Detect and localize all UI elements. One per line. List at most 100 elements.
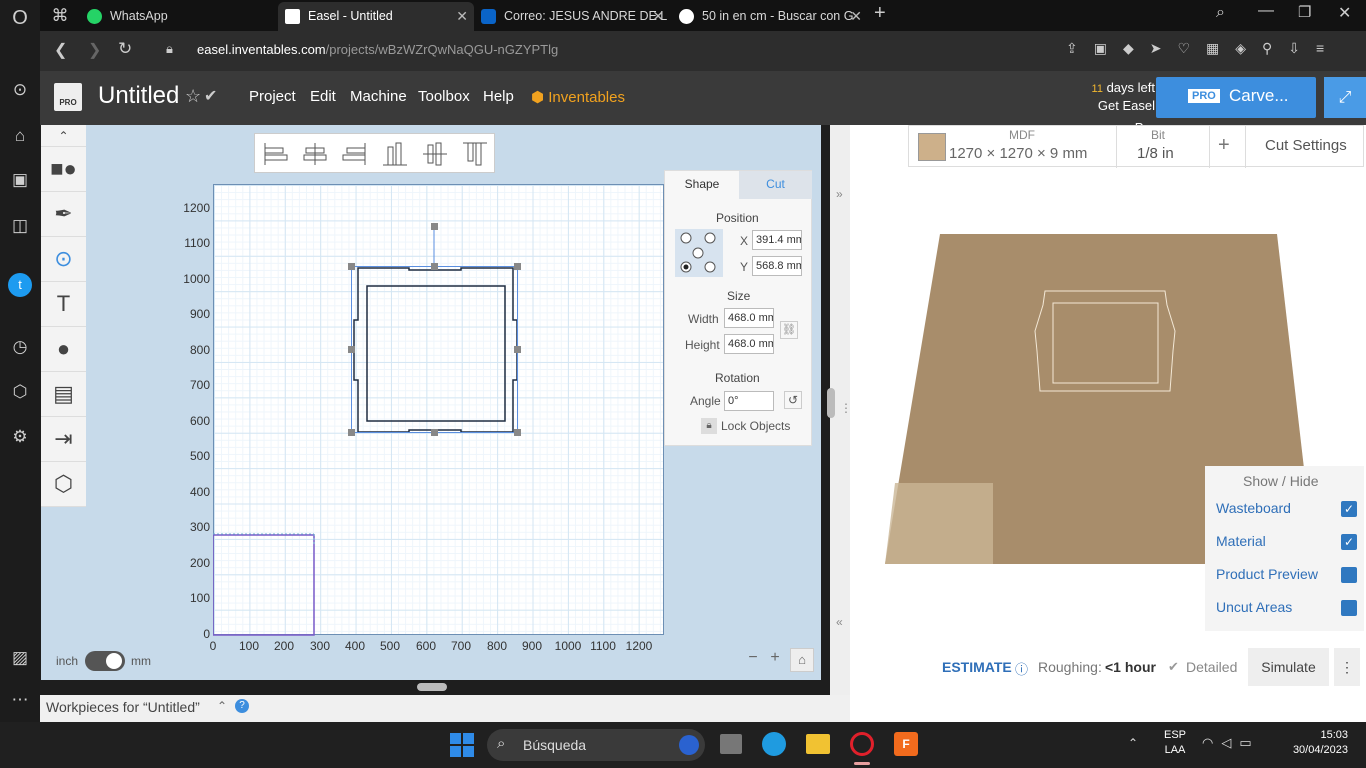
add-bit-button[interactable]: + (1218, 134, 1230, 157)
text-tool-icon[interactable]: T (41, 282, 86, 327)
material-swatch[interactable] (918, 133, 946, 161)
shapes-tool-icon[interactable]: ■● (41, 147, 86, 192)
url-field[interactable]: easel.inventables.com/projects/wBzWZrQwN… (197, 42, 558, 57)
y-position-input[interactable]: 568.8 mm (752, 256, 802, 276)
uncut-areas-label[interactable]: Uncut Areas (1216, 599, 1292, 615)
uncut-areas-checkbox[interactable] (1341, 600, 1357, 616)
material-name[interactable]: MDF (1009, 128, 1035, 142)
close-tab-icon[interactable]: ✕ (850, 2, 862, 30)
language-indicator[interactable]: ESP LAA (1164, 729, 1186, 756)
opera-logo-icon[interactable]: O (8, 6, 32, 30)
menu-edit[interactable]: Edit (310, 88, 336, 105)
project-title[interactable]: Untitled (98, 82, 179, 110)
history-icon[interactable]: ◷ (8, 335, 32, 359)
aria-icon[interactable]: ⊙ (8, 78, 32, 102)
detailed-label[interactable]: Detailed (1186, 659, 1237, 675)
close-tab-icon[interactable]: ✕ (652, 2, 664, 30)
opera-taskbar-icon[interactable] (850, 732, 874, 756)
edge-icon[interactable] (762, 732, 786, 756)
minimize-button[interactable]: — (1258, 2, 1274, 20)
align-left-icon[interactable] (261, 141, 289, 167)
favorite-star-icon[interactable]: ☆ (185, 86, 201, 107)
reset-rotation-icon[interactable]: ↺ (784, 391, 802, 409)
menu-toolbox[interactable]: Toolbox (418, 88, 470, 105)
tray-chevron-icon[interactable]: ⌃ (1128, 736, 1138, 750)
cut-settings-button[interactable]: Cut Settings (1265, 137, 1347, 154)
workpieces-bar[interactable]: Workpieces for “Untitled” ⌃ ? (40, 695, 850, 722)
clock[interactable]: 15:03 30/04/2023 (1282, 729, 1348, 756)
pane-divider[interactable]: » ⋮ « (827, 125, 852, 695)
design-shapes[interactable] (213, 184, 665, 636)
import-tool-icon[interactable]: ⇥ (41, 417, 86, 462)
material-dimensions[interactable]: 1270 × 1270 × 9 mm (949, 145, 1087, 162)
expand-workpieces-icon[interactable]: ⌃ (217, 699, 227, 713)
toolbar-icons[interactable]: ⇪▣◆➤♡▦◈⚲⇩≡ (1066, 40, 1340, 57)
collapse-toolbar-icon[interactable]: ⌃ (41, 125, 86, 147)
reload-button[interactable]: ↻ (118, 39, 132, 59)
menu-project[interactable]: Project (249, 88, 296, 105)
forward-button[interactable]: ❯ (88, 40, 101, 60)
material-label[interactable]: Material (1216, 533, 1266, 549)
twitch-icon[interactable]: ▣ (8, 168, 32, 192)
apps-tool-icon[interactable]: ▤ (41, 372, 86, 417)
close-window-button[interactable]: ✕ (1338, 3, 1351, 23)
tab-shape[interactable]: Shape (665, 171, 739, 199)
search-tabs-icon[interactable]: ⌕ (1216, 4, 1225, 22)
align-middle-icon[interactable] (421, 141, 449, 167)
bit-value[interactable]: 1/8 in (1137, 145, 1174, 162)
more-options-icon[interactable]: ⋮ (1334, 648, 1360, 686)
task-view-icon[interactable] (720, 734, 742, 754)
workspaces-icon[interactable]: ⌂ (8, 124, 32, 148)
point-tool-icon[interactable]: ⊙ (41, 237, 86, 282)
settings-icon[interactable]: ⚙ (8, 425, 32, 449)
estimate-label[interactable]: ESTIMATE (942, 659, 1012, 675)
easel-pro-logo-icon[interactable]: PRO (54, 83, 82, 111)
angle-input[interactable]: 0° (724, 391, 774, 411)
vertical-scrollbar[interactable] (827, 388, 835, 418)
file-explorer-icon[interactable] (806, 734, 830, 754)
product-preview-label[interactable]: Product Preview (1216, 566, 1318, 582)
twitter-icon[interactable]: t (8, 273, 32, 297)
tray-status-icons[interactable]: ◠◁▭ (1202, 735, 1260, 751)
link-proportions-icon[interactable]: ⛓ (780, 321, 798, 339)
simulate-button[interactable]: Simulate (1248, 648, 1329, 686)
snapshot-icon[interactable]: ▨ (8, 646, 32, 670)
tab-google[interactable]: 50 in en cm - Buscar con G ✕ (672, 2, 868, 31)
horizontal-scrollbar[interactable] (417, 683, 447, 691)
gamepad-icon[interactable]: ⌘ (48, 4, 72, 28)
workpieces-label[interactable]: Workpieces for “Untitled” (46, 699, 200, 715)
close-tab-icon[interactable]: ✕ (456, 2, 468, 30)
carve-button[interactable]: PRO Carve... (1156, 77, 1316, 118)
product-preview-checkbox[interactable] (1341, 567, 1357, 583)
taskbar-search[interactable]: ⌕ Búsqueda (487, 729, 705, 761)
menu-inventables[interactable]: ⬢ Inventables (531, 88, 625, 106)
help-icon[interactable]: ? (235, 699, 249, 713)
align-top-icon[interactable] (461, 141, 489, 167)
lock-icon[interactable]: 🔒︎ (701, 418, 717, 434)
menu-help[interactable]: Help (483, 88, 514, 105)
pen-tool-icon[interactable]: ✒ (41, 192, 86, 237)
align-bottom-icon[interactable] (381, 141, 409, 167)
width-input[interactable]: 468.0 mm (724, 308, 774, 328)
unit-toggle[interactable] (85, 651, 125, 671)
collapse-right-icon[interactable]: » (836, 187, 843, 201)
lock-objects-label[interactable]: Lock Objects (721, 419, 790, 433)
collapse-left-icon[interactable]: « (836, 615, 843, 629)
restore-button[interactable]: ❐ (1298, 3, 1311, 21)
back-button[interactable]: ❮ (54, 40, 67, 60)
height-input[interactable]: 468.0 mm (724, 334, 774, 354)
estimate-info-icon[interactable]: ⓘ (1015, 659, 1028, 678)
new-tab-button[interactable]: + (874, 2, 886, 25)
extensions-icon[interactable]: ◫ (8, 214, 32, 238)
align-center-icon[interactable] (301, 141, 329, 167)
zoom-out-button[interactable]: − (742, 649, 764, 671)
material-checkbox[interactable]: ✓ (1341, 534, 1357, 550)
menu-machine[interactable]: Machine (350, 88, 407, 105)
anchor-selector[interactable] (675, 229, 723, 277)
wasteboard-checkbox[interactable]: ✓ (1341, 501, 1357, 517)
start-button-icon[interactable] (450, 733, 474, 757)
tab-cut[interactable]: Cut (739, 171, 812, 199)
wasteboard-label[interactable]: Wasteboard (1216, 500, 1291, 516)
more-icon[interactable]: ⋯ (8, 688, 32, 712)
icon-tool-apple-icon[interactable]: ● (41, 327, 86, 372)
